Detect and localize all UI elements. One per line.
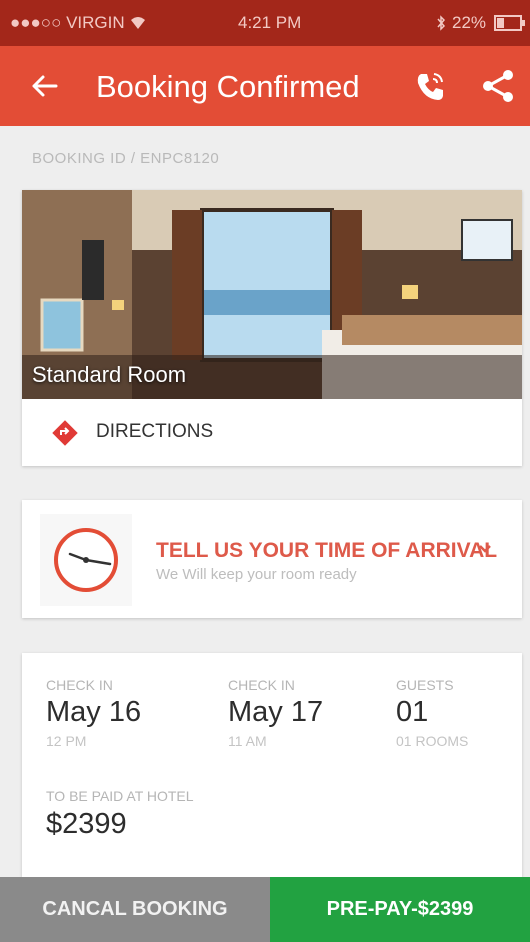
page-title: Booking Confirmed — [96, 69, 360, 104]
booking-id: BOOKING ID / ENPC8120 — [32, 150, 220, 167]
phone-icon — [417, 73, 443, 100]
checkin-time: 12 PM — [46, 733, 87, 749]
room-photo: Standard Room — [22, 190, 522, 399]
carrier-label: ●●●○○ VIRGIN — [10, 13, 125, 32]
booking-details-card: CHECK IN May 16 12 PM CHECK IN May 17 11… — [22, 653, 522, 877]
chevron-down-icon[interactable] — [478, 544, 492, 554]
clock-label: 4:21 PM — [238, 13, 302, 32]
wifi-icon — [131, 17, 145, 29]
back-button[interactable] — [30, 66, 60, 115]
share-icon — [483, 70, 513, 102]
checkout-label: CHECK IN — [228, 677, 295, 693]
checkout-time: 11 AM — [228, 733, 267, 749]
bluetooth-icon — [437, 15, 446, 31]
directions-button[interactable]: DIRECTIONS — [22, 399, 522, 466]
call-button[interactable] — [410, 66, 450, 106]
clock-icon-box — [40, 514, 132, 606]
paid-at-hotel-label: TO BE PAID AT HOTEL — [46, 788, 194, 804]
share-button[interactable] — [478, 66, 518, 106]
battery-icon — [494, 15, 525, 31]
directions-icon — [52, 420, 78, 446]
status-bar: ●●●○○ VIRGIN 4:21 PM 22% — [0, 0, 530, 46]
rooms-value: 01 ROOMS — [396, 733, 469, 749]
checkin-label: CHECK IN — [46, 677, 113, 693]
paid-at-hotel-amount: $2399 — [46, 808, 127, 840]
cancel-booking-button[interactable]: CANCAL BOOKING — [0, 877, 270, 942]
clock-icon — [54, 528, 118, 592]
app-bar: Booking Confirmed — [0, 46, 530, 126]
guests-label: GUESTS — [396, 677, 454, 693]
battery-label: 22% — [452, 13, 487, 32]
directions-label: DIRECTIONS — [96, 421, 214, 442]
arrival-card[interactable]: TELL US YOUR TIME OF ARRIVAL We Will kee… — [22, 500, 522, 618]
guests-value: 01 — [396, 696, 429, 728]
checkin-date: May 16 — [46, 696, 142, 728]
arrival-subtitle: We Will keep your room ready — [156, 566, 357, 583]
room-type-label: Standard Room — [32, 362, 187, 387]
room-card: Standard Room DIRECTIONS — [22, 190, 522, 466]
bottom-action-bar: CANCAL BOOKING PRE-PAY-$2399 — [0, 877, 530, 942]
arrival-title: TELL US YOUR TIME OF ARRIVAL — [156, 539, 498, 562]
prepay-button[interactable]: PRE-PAY-$2399 — [270, 877, 530, 942]
checkout-date: May 17 — [228, 696, 324, 728]
arrow-left-icon — [32, 75, 58, 97]
